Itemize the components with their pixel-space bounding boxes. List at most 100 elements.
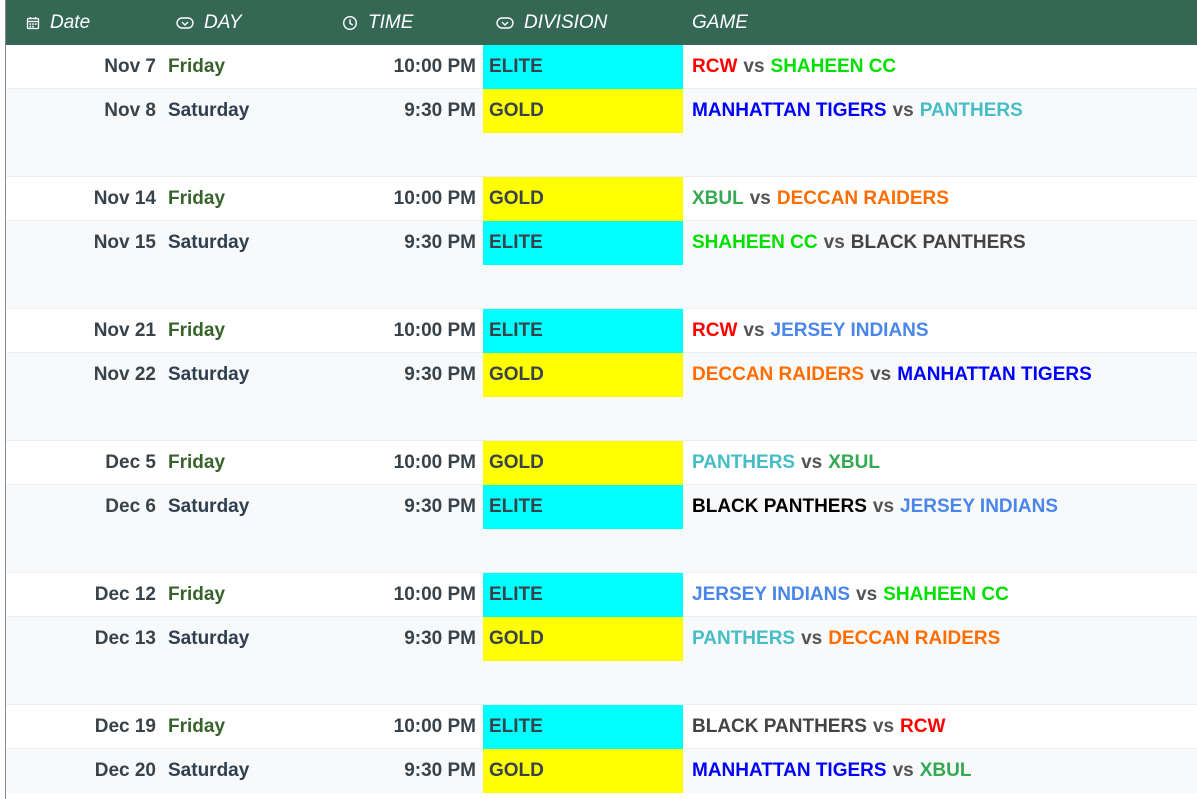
game-cell[interactable]: RCW vs JERSEY INDIANS (692, 309, 929, 353)
header-time-label: TIME (368, 11, 414, 33)
table-row[interactable]: Dec 6 Saturday 9:30 PM ELITE BLACK PANTHERS v… (6, 485, 1197, 529)
division-cell[interactable]: ELITE (483, 485, 683, 529)
day-cell[interactable]: Friday (168, 705, 225, 749)
time-cell[interactable]: 10:00 PM (306, 573, 476, 617)
time-cell[interactable]: 10:00 PM (306, 177, 476, 221)
away-team: PANTHERS (919, 100, 1023, 121)
division-cell[interactable]: ELITE (483, 705, 683, 749)
date-cell[interactable]: Nov 7 (6, 45, 156, 89)
date-cell[interactable]: Dec 5 (6, 441, 156, 485)
division-cell[interactable]: GOLD (483, 89, 683, 133)
away-team: RCW (900, 716, 946, 737)
table-row[interactable]: Nov 8 Saturday 9:30 PM GOLD MANHATTAN TIGERS… (6, 89, 1197, 133)
table-row[interactable]: Dec 5 Friday 10:00 PM GOLD PANTHERS vs XBUL (6, 441, 1197, 485)
day-cell[interactable]: Friday (168, 309, 225, 353)
day-cell[interactable]: Saturday (168, 485, 249, 529)
division-cell[interactable]: GOLD (483, 177, 683, 221)
table-row[interactable]: Dec 13 Saturday 9:30 PM GOLD PANTHERS vs DECCA… (6, 617, 1197, 661)
division-cell[interactable]: GOLD (483, 441, 683, 485)
date-cell[interactable]: Nov 8 (6, 89, 156, 133)
game-cell[interactable]: JERSEY INDIANS vs SHAHEEN CC (692, 573, 1009, 617)
date-cell[interactable]: Dec 12 (6, 573, 156, 617)
spacer-row (6, 133, 1197, 177)
day-cell[interactable]: Saturday (168, 353, 249, 397)
vs-label: vs (801, 452, 823, 473)
date-cell[interactable]: Nov 21 (6, 309, 156, 353)
home-team: RCW (692, 56, 738, 77)
division-cell[interactable]: ELITE (483, 221, 683, 265)
division-cell[interactable]: GOLD (483, 749, 683, 793)
time-cell[interactable]: 10:00 PM (306, 309, 476, 353)
game-cell[interactable]: XBUL vs DECCAN RAIDERS (692, 177, 949, 221)
date-cell[interactable]: Dec 13 (6, 617, 156, 661)
dropdown-chip-icon (496, 16, 514, 29)
vs-label: vs (872, 496, 895, 517)
time-cell[interactable]: 9:30 PM (306, 617, 476, 661)
time-cell[interactable]: 10:00 PM (306, 441, 476, 485)
game-cell[interactable]: BLACK PANTHERS vs RCW (692, 705, 945, 749)
time-cell[interactable]: 10:00 PM (306, 45, 476, 89)
header-date[interactable]: Date (26, 0, 90, 45)
table-row[interactable]: Nov 14 Friday 10:00 PM GOLD XBUL vs DECCAN RAI… (6, 177, 1197, 221)
time-cell[interactable]: 9:30 PM (306, 89, 476, 133)
game-cell[interactable]: PANTHERS vs XBUL (692, 441, 880, 485)
date-cell[interactable]: Dec 6 (6, 485, 156, 529)
division-cell[interactable]: GOLD (483, 617, 683, 661)
day-cell[interactable]: Friday (168, 441, 225, 485)
time-cell[interactable]: 9:30 PM (306, 221, 476, 265)
game-cell[interactable]: MANHATTAN TIGERS vs PANTHERS (692, 89, 1023, 133)
header-time[interactable]: TIME (342, 0, 413, 45)
table-row[interactable]: Dec 12 Friday 10:00 PM ELITE JERSEY INDIANS v… (6, 573, 1197, 617)
vs-label: vs (749, 188, 771, 209)
game-cell[interactable]: DECCAN RAIDERS vs MANHATTAN TIGERS (692, 353, 1092, 397)
table-header: Date DAY TIME DIVISION GAME (6, 0, 1197, 45)
home-team: SHAHEEN CC (692, 232, 818, 253)
date-cell[interactable]: Nov 15 (6, 221, 156, 265)
date-cell[interactable]: Nov 22 (6, 353, 156, 397)
division-cell[interactable]: GOLD (483, 353, 683, 397)
table-row[interactable]: Dec 20 Saturday 9:30 PM GOLD MANHATTAN TIGER… (6, 749, 1197, 793)
division-cell[interactable]: ELITE (483, 573, 683, 617)
day-cell[interactable]: Saturday (168, 749, 249, 793)
day-cell[interactable]: Friday (168, 573, 225, 617)
time-cell[interactable]: 9:30 PM (306, 485, 476, 529)
division-cell[interactable]: ELITE (483, 309, 683, 353)
table-row[interactable]: Dec 19 Friday 10:00 PM ELITE BLACK PANTHERS v… (6, 705, 1197, 749)
division-cell[interactable]: ELITE (483, 45, 683, 89)
home-team: BLACK PANTHERS (692, 496, 867, 517)
day-cell[interactable]: Saturday (168, 617, 249, 661)
day-cell[interactable]: Saturday (168, 221, 249, 265)
day-cell[interactable]: Friday (168, 177, 225, 221)
game-cell[interactable]: BLACK PANTHERS vs JERSEY INDIANS (692, 485, 1058, 529)
vs-label: vs (856, 584, 878, 605)
table-row[interactable]: Nov 21 Friday 10:00 PM ELITE RCW vs JERSEY IND… (6, 309, 1197, 353)
game-cell[interactable]: RCW vs SHAHEEN CC (692, 45, 896, 89)
game-cell[interactable]: SHAHEEN CC vs BLACK PANTHERS (692, 221, 1026, 265)
home-team: PANTHERS (692, 628, 796, 649)
calendar-icon (26, 16, 40, 29)
vs-label: vs (892, 100, 914, 121)
header-division[interactable]: DIVISION (496, 0, 607, 45)
time-cell[interactable]: 10:00 PM (306, 705, 476, 749)
home-team: PANTHERS (692, 452, 796, 473)
header-game[interactable]: GAME (692, 0, 748, 45)
time-cell[interactable]: 9:30 PM (306, 353, 476, 397)
game-cell[interactable]: PANTHERS vs DECCAN RAIDERS (692, 617, 1000, 661)
home-team: MANHATTAN TIGERS (692, 760, 887, 781)
date-cell[interactable]: Dec 20 (6, 749, 156, 793)
day-cell[interactable]: Friday (168, 45, 225, 89)
away-team: DECCAN RAIDERS (776, 188, 949, 209)
time-cell[interactable]: 9:30 PM (306, 749, 476, 793)
home-team: DECCAN RAIDERS (692, 364, 865, 385)
game-cell[interactable]: MANHATTAN TIGERS vs XBUL (692, 749, 971, 793)
header-day[interactable]: DAY (176, 0, 242, 45)
header-date-label: Date (50, 11, 91, 33)
date-cell[interactable]: Dec 19 (6, 705, 156, 749)
home-team: XBUL (692, 188, 744, 209)
table-row[interactable]: Nov 7 Friday 10:00 PM ELITE RCW vs SHAHEEN CC (6, 45, 1197, 89)
date-cell[interactable]: Nov 14 (6, 177, 156, 221)
day-cell[interactable]: Saturday (168, 89, 249, 133)
table-row[interactable]: Nov 15 Saturday 9:30 PM ELITE SHAHEEN CC vs BL… (6, 221, 1197, 265)
vs-label: vs (870, 364, 892, 385)
table-row[interactable]: Nov 22 Saturday 9:30 PM GOLD DECCAN RAIDERS v… (6, 353, 1197, 397)
